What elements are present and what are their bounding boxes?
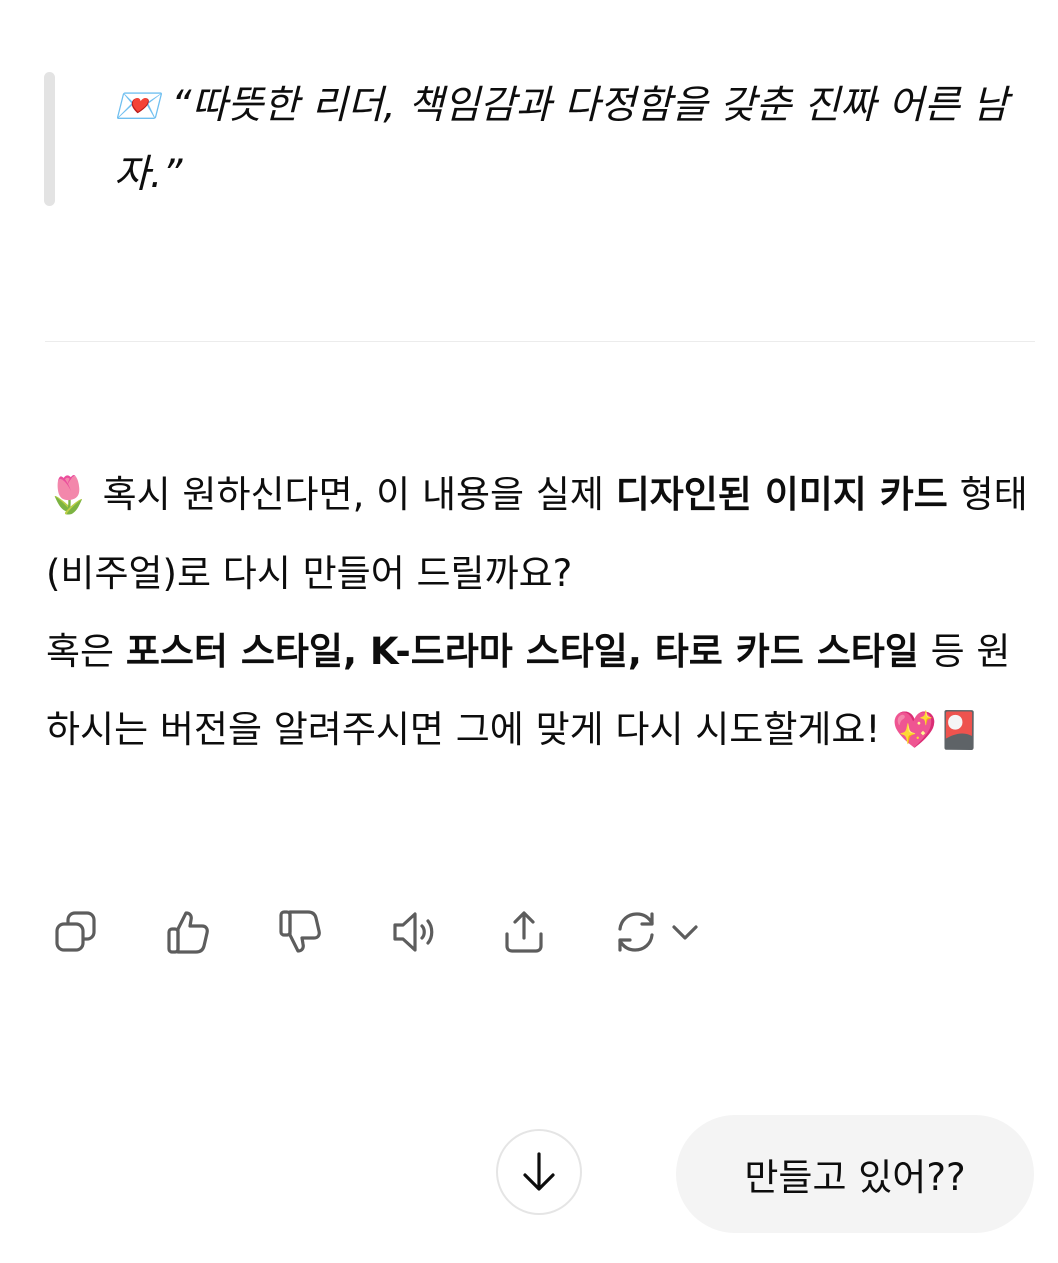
user-message-bubble: 만들고 있어?? <box>676 1115 1034 1233</box>
read-aloud-button[interactable] <box>382 902 442 962</box>
flower-cards-emoji: 🎴 <box>936 710 982 751</box>
tulip-emoji: 🌷 <box>46 475 91 516</box>
regenerate-icon <box>618 912 654 952</box>
thumbs-up-button[interactable] <box>158 902 218 962</box>
thumbs-down-button[interactable] <box>270 902 330 962</box>
user-message-text: 만들고 있어?? <box>744 1156 966 1199</box>
love-letter-emoji: 💌 <box>114 86 159 127</box>
sparkling-heart-emoji: 💖 <box>892 710 937 751</box>
speaker-icon <box>393 912 434 952</box>
blockquote: 💌 “따뜻한 리더, 책임감과 다정함을 갖춘 진짜 어른 남자.” <box>114 72 1014 209</box>
quote-bar <box>44 72 55 206</box>
message-text: 혹은 <box>46 630 126 673</box>
divider <box>45 341 1035 342</box>
quote-text: “따뜻한 리더, 책임감과 다정함을 갖춘 진짜 어른 남자.” <box>114 83 1009 197</box>
copy-button[interactable] <box>46 902 106 962</box>
scroll-to-bottom-button[interactable] <box>496 1129 582 1215</box>
arrow-down-icon <box>523 1152 555 1191</box>
assistant-message: 🌷 혹시 원하신다면, 이 내용을 실제 디자인된 이미지 카드 형태(비주얼)… <box>46 456 1031 770</box>
message-bold-text: 디자인된 이미지 카드 <box>615 473 948 516</box>
copy-icon <box>55 911 96 952</box>
share-button[interactable] <box>494 902 554 962</box>
thumbs-up-icon <box>167 911 209 954</box>
regenerate-button[interactable] <box>606 902 666 962</box>
thumbs-down-icon <box>279 910 321 953</box>
model-switch-dropdown[interactable] <box>660 902 710 962</box>
share-icon <box>505 911 543 953</box>
message-text: 혹시 원하신다면, 이 내용을 실제 <box>90 473 616 516</box>
message-bold-text: 포스터 스타일, K-드라마 스타일, 타로 카드 스타일 <box>125 630 919 673</box>
chevron-down-icon <box>672 925 698 940</box>
message-actions <box>46 902 746 962</box>
